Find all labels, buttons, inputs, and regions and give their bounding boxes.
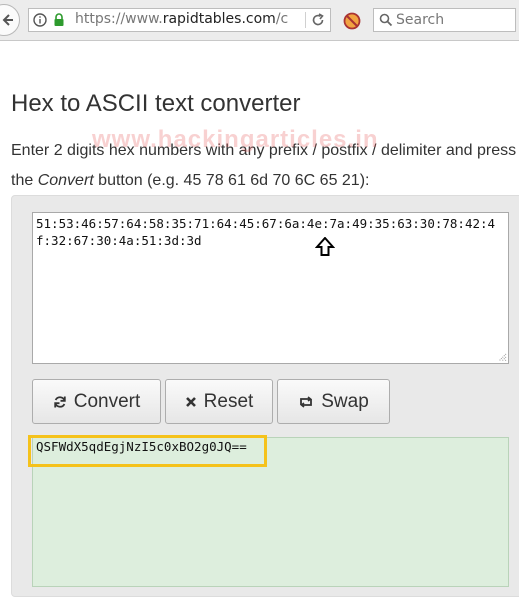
- url-text[interactable]: https://www.rapidtables.com/c: [75, 11, 307, 27]
- search-input[interactable]: [396, 10, 511, 30]
- blocker-extension-icon[interactable]: [343, 12, 361, 30]
- highlight-box: [28, 435, 267, 467]
- hex-input[interactable]: 51:53:46:57:64:58:35:71:64:45:67:6a:4e:7…: [32, 212, 509, 364]
- url-suffix: /c: [275, 11, 289, 27]
- url-divider: [305, 12, 306, 28]
- back-arrow-icon: [2, 14, 13, 26]
- instructions-the: the: [11, 172, 38, 189]
- url-bar[interactable]: https://www.rapidtables.com/c: [28, 8, 331, 32]
- reset-label: Reset: [203, 390, 254, 412]
- browser-toolbar: https://www.rapidtables.com/c: [0, 0, 519, 41]
- convert-label: Convert: [73, 390, 141, 412]
- instructions-line1: Enter 2 digits hex numbers with any pref…: [11, 142, 517, 159]
- instructions-convert-word: Convert: [37, 172, 94, 189]
- swap-button[interactable]: Swap: [277, 379, 390, 424]
- swap-label: Swap: [321, 390, 369, 412]
- search-bar[interactable]: [373, 8, 516, 32]
- instructions-line2: button (e.g. 45 78 61 6d 70 6C 65 21):: [93, 172, 370, 189]
- convert-button[interactable]: Convert: [32, 379, 161, 424]
- info-icon[interactable]: [33, 13, 47, 27]
- close-icon: [185, 396, 196, 407]
- url-prefix: https://www.: [75, 11, 163, 27]
- resize-grip-icon[interactable]: [497, 352, 507, 362]
- lock-icon: [54, 13, 64, 26]
- search-icon: [379, 13, 393, 27]
- reload-icon[interactable]: [311, 13, 325, 27]
- swap-icon: [300, 395, 313, 408]
- url-host: rapidtables.com: [162, 11, 276, 27]
- reset-button[interactable]: Reset: [165, 379, 273, 424]
- refresh-icon: [54, 395, 66, 408]
- back-button[interactable]: [0, 4, 20, 36]
- up-arrow-cursor-icon: [315, 237, 335, 256]
- instructions: Enter 2 digits hex numbers with any pref…: [11, 136, 519, 196]
- page-title: Hex to ASCII text converter: [11, 90, 301, 117]
